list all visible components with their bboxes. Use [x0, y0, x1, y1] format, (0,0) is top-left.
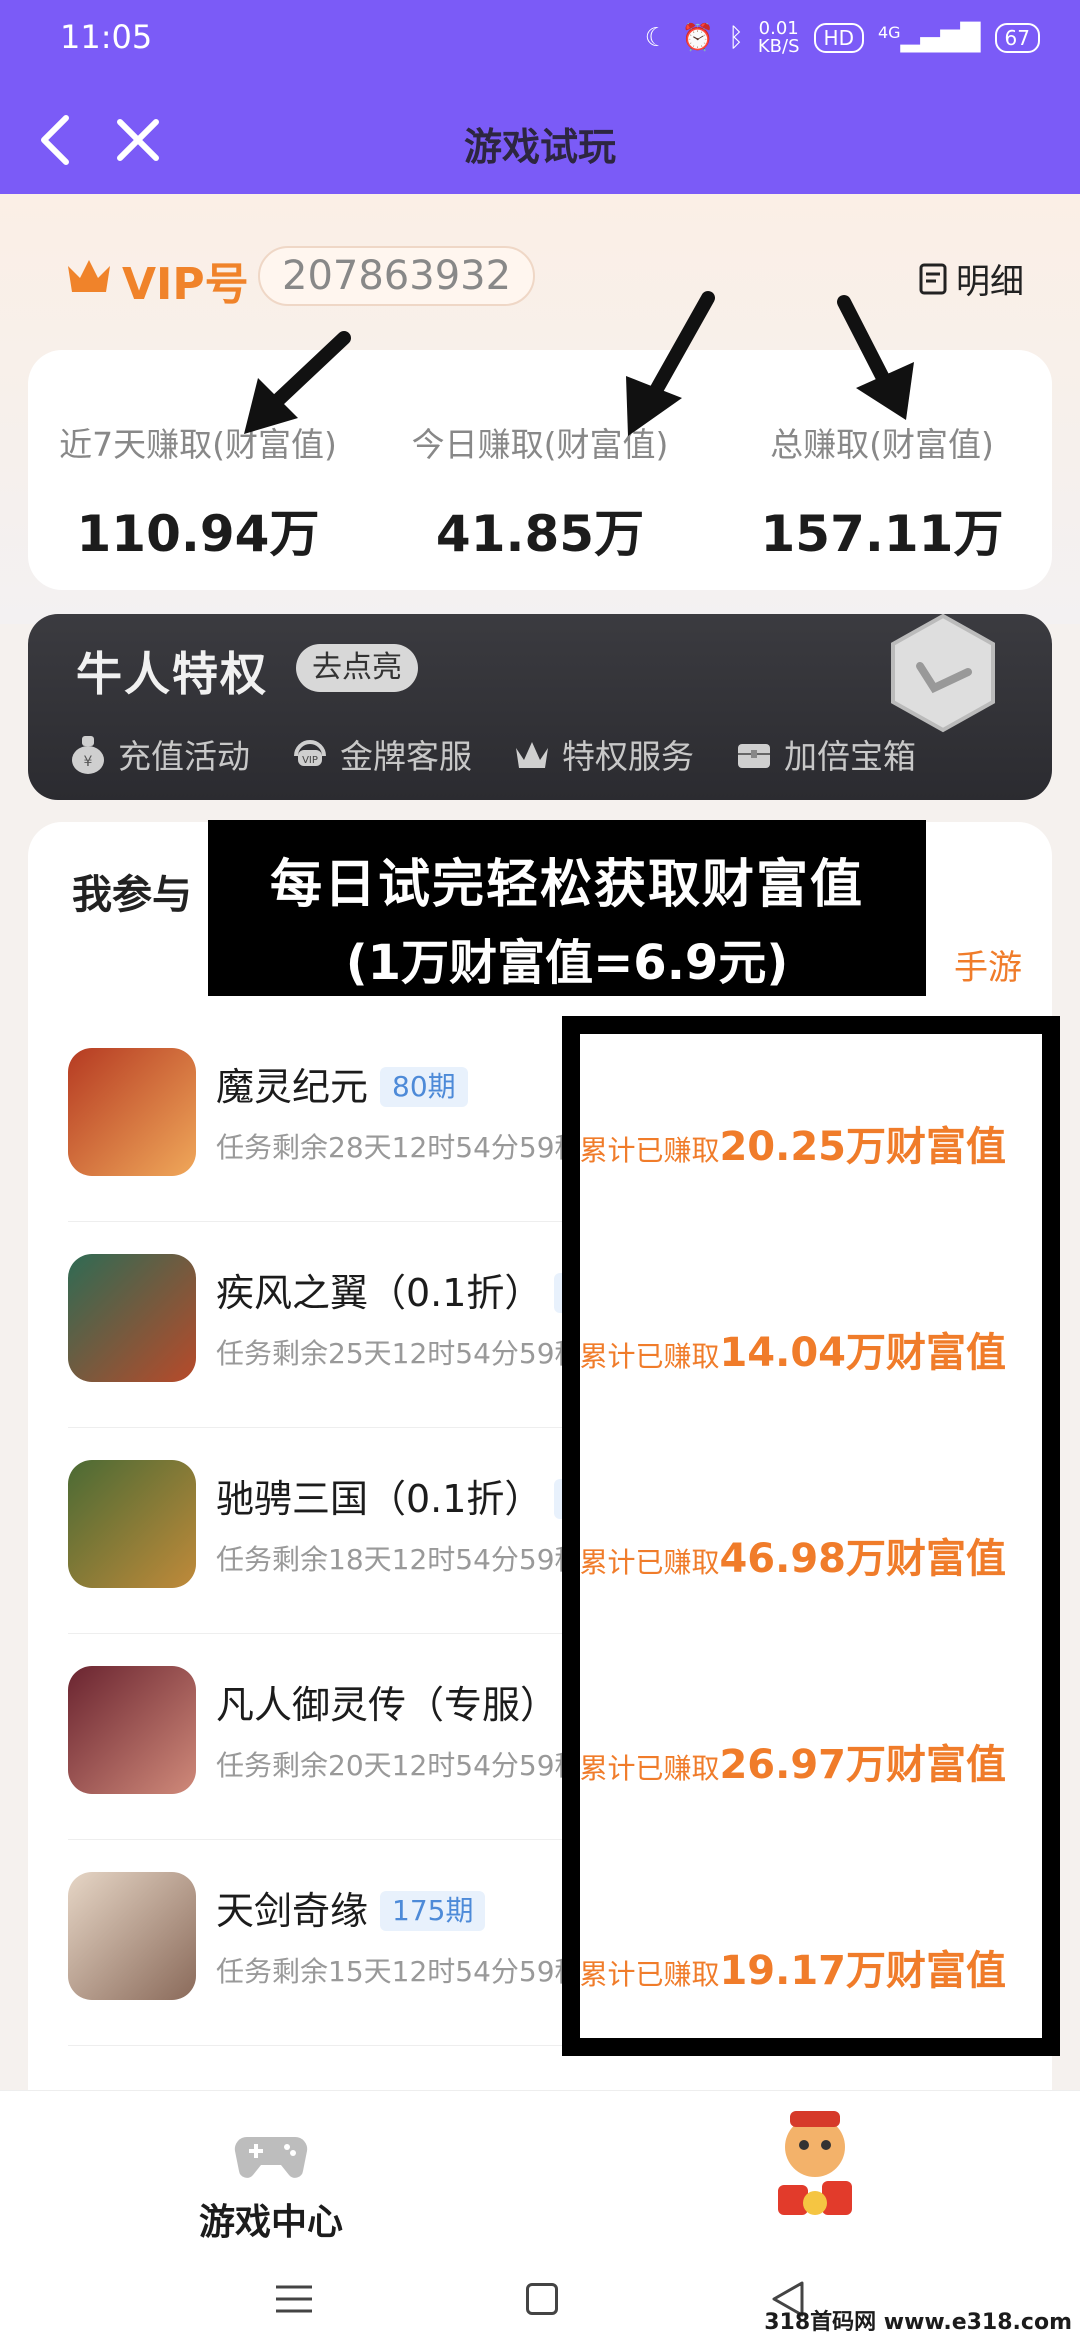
nav-game-center[interactable]: 游戏中心: [196, 2127, 346, 2245]
game-title: 天剑奇缘: [216, 1889, 369, 1933]
earnings-label: 累计已赚取19.17万财富值: [579, 1938, 1006, 1996]
game-title: 驰骋三国（0.1折）: [216, 1477, 543, 1521]
period-badge: 175期: [380, 1891, 486, 1931]
svg-text:¥: ¥: [84, 754, 93, 770]
net-speed: 0.01 KB/S: [758, 20, 800, 56]
earn-value: 20.25万财富值: [719, 1124, 1006, 1170]
annotation-arrow: [837, 295, 914, 420]
svg-text:VIP: VIP: [302, 755, 318, 766]
crown-icon: [68, 260, 110, 292]
earn-value: 14.04万财富值: [719, 1330, 1006, 1376]
game-remaining: 任务剩余18天12时54分59秒: [216, 1543, 583, 1576]
privilege-item-chest[interactable]: 加倍宝箱: [734, 730, 916, 778]
stat-label: 总赚取(财富值): [770, 425, 994, 464]
annotation-arrow: [244, 331, 351, 434]
banner-line-1: 每日试完轻松获取财富值: [269, 855, 864, 915]
game-icon: [68, 1254, 196, 1382]
game-icon: [68, 1460, 196, 1588]
game-remaining: 任务剩余20天12时54分59秒: [216, 1749, 583, 1782]
mascot-icon[interactable]: [760, 2107, 870, 2227]
vip-id: 207863932: [258, 246, 536, 306]
game-icon: [68, 1048, 196, 1176]
list-heading: 我参与: [72, 872, 192, 918]
game-remaining: 任务剩余25天12时54分59秒: [216, 1337, 583, 1370]
game-name: 疾风之翼（0.1折）期: [216, 1262, 607, 1317]
promo-banner: 每日试完轻松获取财富值 (1万财富值=6.9元): [208, 820, 926, 996]
game-remaining: 任务剩余15天12时54分59秒: [216, 1955, 583, 1988]
privilege-item-label: 加倍宝箱: [784, 737, 916, 776]
page-title: 游戏试玩: [463, 125, 616, 169]
vip-headset-icon: VIP: [294, 740, 326, 766]
earn-prefix: 累计已赚取: [579, 1752, 720, 1785]
earn-prefix: 累计已赚取: [579, 1340, 720, 1373]
money-bag-icon: ¥: [72, 736, 104, 774]
privilege-item-label: 特权服务: [562, 737, 694, 776]
earn-prefix: 累计已赚取: [579, 1134, 720, 1167]
game-icon: [68, 1666, 196, 1794]
privilege-item-service[interactable]: VIP 金牌客服: [290, 730, 472, 778]
earn-value: 19.17万财富值: [719, 1948, 1006, 1994]
earnings-label: 累计已赚取20.25万财富值: [579, 1114, 1006, 1172]
game-name: 天剑奇缘 175期: [216, 1880, 486, 1935]
stat-value: 41.85万: [435, 505, 645, 563]
privilege-item-privilege[interactable]: 特权服务: [512, 730, 694, 778]
bottom-nav: 游戏中心 318首码网 www.e318.com: [0, 2090, 1080, 2340]
earn-prefix: 累计已赚取: [579, 1546, 720, 1579]
game-title: 疾风之翼（0.1折）: [216, 1271, 543, 1315]
tab-mobile-games[interactable]: 手游: [954, 940, 1022, 989]
light-up-button[interactable]: 去点亮: [296, 644, 418, 692]
game-icon: [68, 1872, 196, 2000]
hd-badge: HD: [813, 23, 864, 53]
alarm-icon: ⏰: [681, 23, 715, 53]
detail-label: 明细: [956, 262, 1024, 302]
nav-label: 游戏中心: [198, 2202, 343, 2243]
game-title: 魔灵纪元: [216, 1065, 369, 1109]
earn-prefix: 累计已赚取: [579, 1958, 720, 1991]
badge-icon: [891, 614, 995, 733]
earnings-highlight-frame: 累计已赚取20.25万财富值 累计已赚取14.04万财富值 累计已赚取46.98…: [562, 1016, 1060, 2056]
game-name: 魔灵纪元 80期: [216, 1056, 468, 1111]
signal-icon: 4G▂▄▆█: [877, 23, 981, 53]
gamepad-icon: [234, 2136, 308, 2178]
game-title: 凡人御灵传（专服）: [216, 1683, 559, 1727]
status-time: 11:05: [60, 18, 153, 56]
privilege-title: 牛人特权: [76, 647, 268, 701]
stat-value: 110.94万: [76, 505, 320, 563]
signal-label: 4G: [877, 23, 901, 42]
game-remaining: 任务剩余28天12时54分59秒: [216, 1131, 583, 1164]
earn-value: 26.97万财富值: [719, 1742, 1006, 1788]
vip-label: VIP号: [122, 259, 249, 310]
crown-icon: [516, 742, 548, 768]
net-speed-unit: KB/S: [757, 36, 800, 57]
home-icon[interactable]: [526, 2283, 558, 2315]
chest-icon: [738, 744, 770, 768]
period-badge: 80期: [380, 1067, 468, 1107]
earn-value: 46.98万财富值: [719, 1536, 1006, 1582]
status-icons: ☾ ⏰ ᛒ 0.01 KB/S HD 4G▂▄▆█ 67: [645, 20, 1040, 56]
banner-line-2: (1万财富值=6.9元): [345, 935, 789, 991]
privilege-item-label: 充值活动: [118, 737, 250, 776]
annotation-arrow: [626, 291, 715, 436]
earnings-label: 累计已赚取46.98万财富值: [579, 1526, 1006, 1584]
privilege-item-label: 金牌客服: [340, 737, 472, 776]
document-icon: [919, 263, 947, 294]
privilege-item-recharge[interactable]: ¥ 充值活动: [68, 730, 250, 778]
top-app-bar: 11:05 ☾ ⏰ ᛒ 0.01 KB/S HD 4G▂▄▆█ 67 游戏试玩: [0, 0, 1080, 194]
stat-value: 157.11万: [760, 505, 1004, 563]
detail-link[interactable]: 明细: [918, 254, 1024, 303]
menu-icon[interactable]: [274, 2283, 314, 2315]
earnings-label: 累计已赚取26.97万财富值: [579, 1732, 1006, 1790]
privilege-items: ¥ 充值活动 VIP 金牌客服 特权服务 加倍宝箱: [68, 730, 916, 778]
battery-icon: 67: [994, 23, 1040, 53]
earnings-label: 累计已赚取14.04万财富值: [579, 1320, 1006, 1378]
watermark: 318首码网 www.e318.com: [764, 2310, 1072, 2335]
privilege-card[interactable]: 牛人特权 去点亮 ¥ 充值活动 VIP 金牌客服 特权服务 加倍宝箱: [28, 614, 1052, 800]
bluetooth-icon: ᛒ: [728, 23, 744, 53]
moon-icon: ☾: [644, 23, 668, 53]
